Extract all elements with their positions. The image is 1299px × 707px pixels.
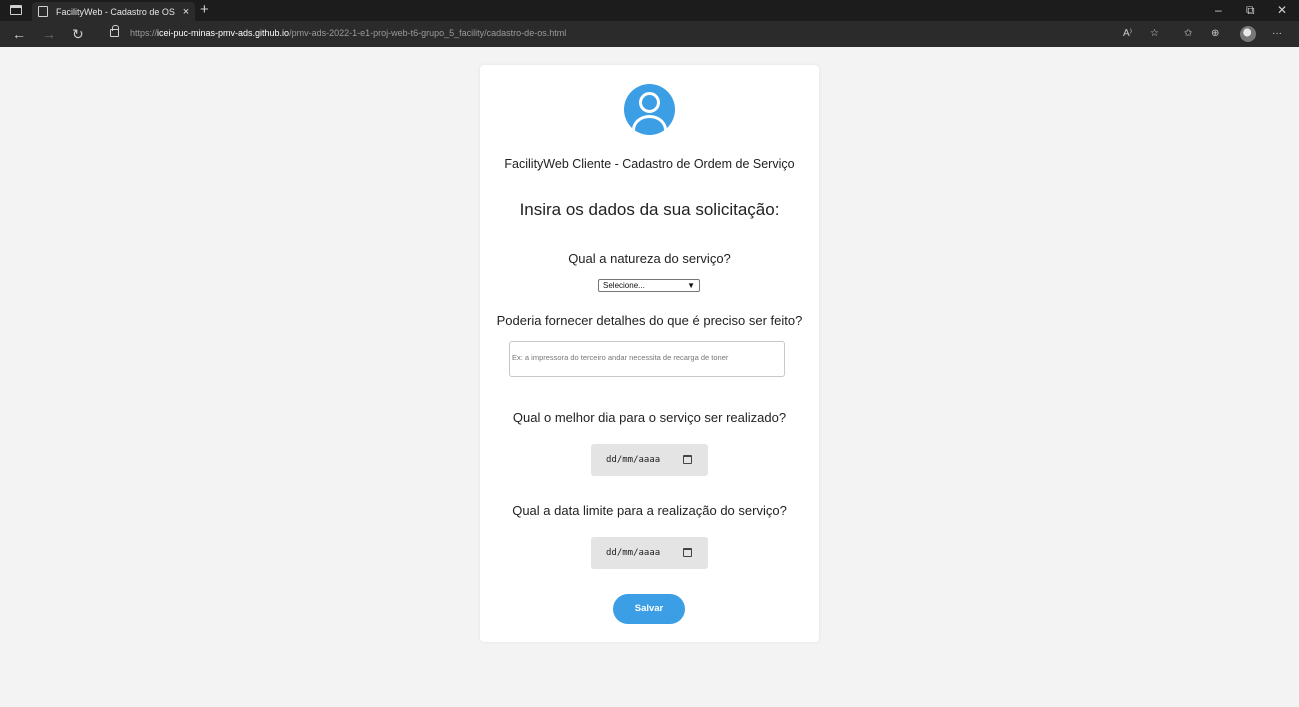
lock-icon[interactable] bbox=[110, 25, 119, 37]
user-icon bbox=[624, 84, 675, 135]
back-button[interactable]: ← bbox=[12, 25, 26, 43]
profile-avatar[interactable] bbox=[1240, 26, 1256, 42]
close-window-button[interactable]: ✕ bbox=[1277, 2, 1287, 18]
best-day-question: Qual o melhor dia para o serviço ser rea… bbox=[512, 410, 787, 425]
window-menu-icon[interactable] bbox=[10, 5, 22, 15]
select-value: Selecione... bbox=[603, 281, 645, 290]
more-icon[interactable]: ··· bbox=[1272, 26, 1282, 42]
minimize-button[interactable]: – bbox=[1215, 2, 1222, 18]
best-day-date-input[interactable]: dd/mm/aaaa bbox=[591, 444, 708, 476]
page-title: Insira os dados da sua solicitação: bbox=[519, 200, 780, 219]
browser-tab[interactable]: FacilityWeb - Cadastro de OS × bbox=[32, 2, 195, 21]
save-button[interactable]: Salvar bbox=[613, 594, 685, 624]
page-icon bbox=[38, 6, 48, 17]
calendar-icon[interactable] bbox=[683, 548, 692, 557]
deadline-date-input[interactable]: dd/mm/aaaa bbox=[591, 537, 708, 569]
date-placeholder: dd/mm/aaaa bbox=[606, 455, 661, 465]
url-prefix: https:// bbox=[130, 28, 158, 38]
deadline-question: Qual a data limite para a realização do … bbox=[512, 503, 787, 518]
address-bar: ← → ↻ https://icei-puc-minas-pmv-ads.git… bbox=[0, 21, 1299, 47]
restore-button[interactable]: ⧉ bbox=[1246, 2, 1255, 18]
collections-icon[interactable]: ⊕ bbox=[1211, 26, 1219, 42]
page-subtitle: FacilityWeb Cliente - Cadastro de Ordem … bbox=[504, 157, 795, 171]
tab-title: FacilityWeb - Cadastro de OS bbox=[56, 6, 175, 17]
url-host: icei-puc-minas-pmv-ads.github.io bbox=[157, 28, 290, 38]
service-nature-select[interactable]: Selecione... ▼ bbox=[598, 279, 700, 292]
url-path: /pmv-ads-2022-1-e1-proj-web-t6-grupo_5_f… bbox=[289, 28, 567, 38]
nature-question: Qual a natureza do serviço? bbox=[568, 251, 731, 266]
user-icon-head bbox=[639, 92, 660, 113]
details-placeholder: Ex: a impressora do terceiro andar neces… bbox=[512, 353, 729, 362]
add-favorite-icon[interactable]: ☆ bbox=[1150, 26, 1159, 42]
calendar-icon[interactable] bbox=[683, 455, 692, 464]
favorites-icon[interactable]: ✩ bbox=[1184, 26, 1192, 42]
close-tab-icon[interactable]: × bbox=[177, 6, 195, 18]
date-placeholder: dd/mm/aaaa bbox=[606, 548, 661, 558]
chevron-down-icon: ▼ bbox=[687, 281, 695, 290]
forward-button[interactable]: → bbox=[42, 25, 56, 43]
details-textarea[interactable]: Ex: a impressora do terceiro andar neces… bbox=[509, 341, 785, 377]
browser-tab-bar: FacilityWeb - Cadastro de OS × + – ⧉ ✕ bbox=[0, 0, 1299, 21]
refresh-button[interactable]: ↻ bbox=[72, 25, 84, 43]
form-card: FacilityWeb Cliente - Cadastro de Ordem … bbox=[480, 65, 819, 642]
new-tab-button[interactable]: + bbox=[200, 1, 209, 19]
read-aloud-icon[interactable]: A⁾ bbox=[1123, 26, 1132, 42]
url-field[interactable]: https://icei-puc-minas-pmv-ads.github.io… bbox=[130, 28, 566, 38]
user-icon-body bbox=[632, 115, 667, 135]
details-question: Poderia fornecer detalhes do que é preci… bbox=[496, 313, 803, 328]
